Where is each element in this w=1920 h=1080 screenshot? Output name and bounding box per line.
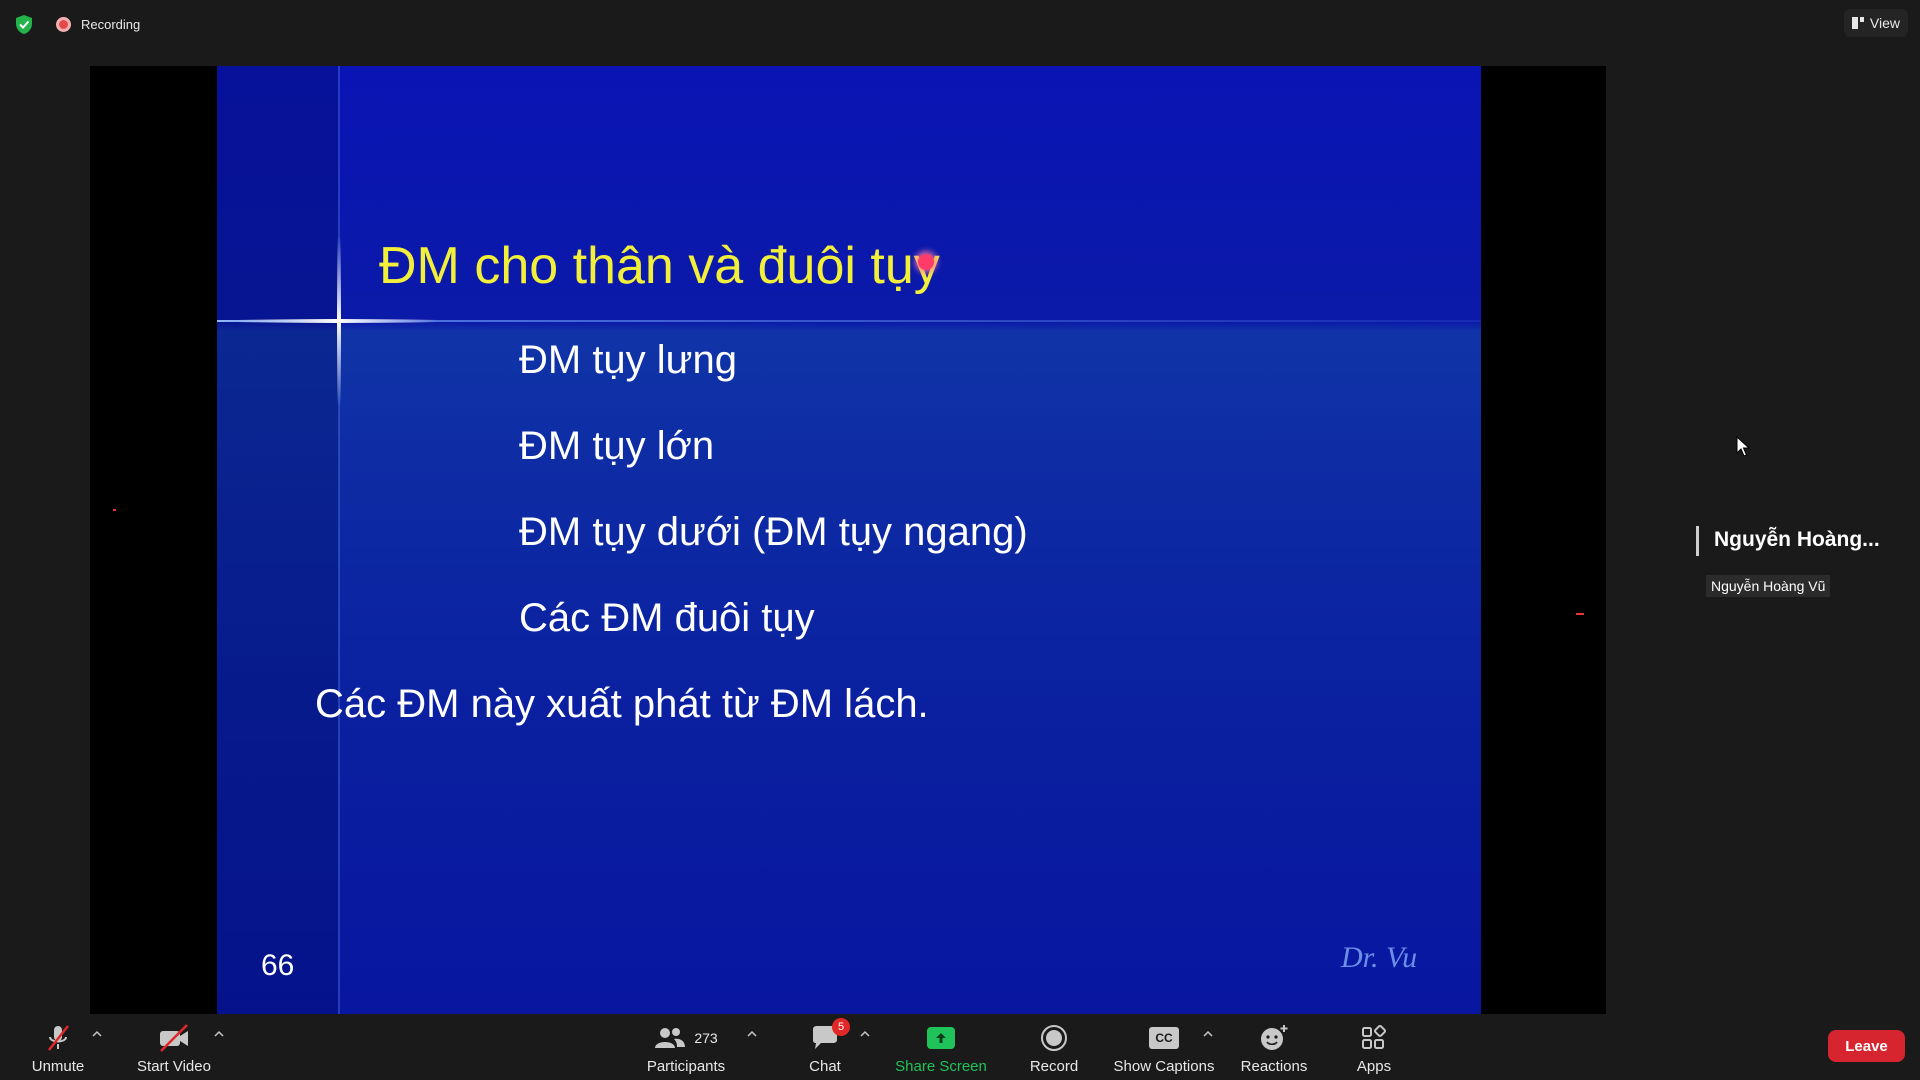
unmute-button[interactable]: Unmute — [26, 1014, 90, 1080]
chevron-up-icon[interactable] — [859, 1028, 871, 1040]
slide-bullet-4: Các ĐM đuôi tụy — [519, 596, 815, 640]
show-captions-label: Show Captions — [1113, 1058, 1215, 1075]
leave-button[interactable]: Leave — [1828, 1030, 1905, 1062]
slide-bullet-1: ĐM tụy lưng — [519, 338, 737, 382]
record-label: Record — [1029, 1058, 1079, 1075]
chevron-up-icon[interactable] — [1202, 1028, 1214, 1040]
slide-bullet-2: ĐM tụy lớn — [519, 424, 715, 468]
meeting-toolbar: Unmute Start Video 273 Participants 5 Ch… — [0, 1014, 1920, 1080]
chat-label: Chat — [809, 1058, 841, 1075]
chevron-up-icon[interactable] — [746, 1028, 758, 1040]
recording-dot-icon — [56, 17, 71, 32]
start-video-button[interactable]: Start Video — [132, 1014, 216, 1080]
chat-unread-badge: 5 — [832, 1018, 850, 1036]
start-video-label: Start Video — [137, 1058, 211, 1075]
zoom-meeting-window: Recording View ĐM cho thân và đuôi tụy Đ… — [0, 0, 1920, 1080]
participants-button[interactable]: 273 Participants — [642, 1014, 730, 1080]
chevron-up-icon[interactable] — [91, 1028, 103, 1040]
artifact-mark — [113, 509, 116, 511]
speaker-bar — [1696, 526, 1699, 556]
apps-label: Apps — [1356, 1058, 1392, 1075]
unmute-label: Unmute — [31, 1058, 85, 1075]
record-button[interactable]: Record — [1024, 1014, 1084, 1080]
slide-signature: Dr. Vu — [1341, 941, 1418, 974]
participant-display-name[interactable]: Nguyễn Hoàng... — [1714, 528, 1880, 552]
slide-title: ĐM cho thân và đuôi tụy — [379, 237, 940, 295]
shield-check-icon[interactable] — [14, 14, 34, 35]
muted-microphone-icon — [48, 1025, 69, 1051]
star-flare-horizontal — [237, 319, 437, 323]
recording-indicator[interactable]: Recording — [56, 17, 140, 32]
presentation-slide: ĐM cho thân và đuôi tụy ĐM tụy lưng ĐM t… — [217, 66, 1481, 1014]
video-off-icon — [160, 1024, 188, 1052]
recording-label: Recording — [81, 17, 141, 32]
closed-captions-icon: CC — [1149, 1027, 1179, 1049]
slide-page-number: 66 — [261, 949, 295, 982]
mouse-cursor-icon — [1736, 436, 1750, 457]
record-icon — [1041, 1025, 1067, 1051]
shared-screen: ĐM cho thân và đuôi tụy ĐM tụy lưng ĐM t… — [90, 66, 1606, 1014]
participants-label: Participants — [646, 1058, 726, 1075]
participant-name-label: Nguyễn Hoàng Vũ — [1706, 575, 1831, 597]
laser-pointer — [918, 254, 934, 270]
share-screen-label: Share Screen — [895, 1058, 987, 1075]
participants-count: 273 — [694, 1030, 718, 1046]
slide-summary: Các ĐM này xuất phát từ ĐM lách. — [315, 682, 929, 726]
slide-vertical-line — [338, 66, 340, 1014]
view-button[interactable]: View — [1843, 9, 1908, 37]
layout-icon — [1851, 17, 1864, 29]
top-bar: Recording View — [0, 0, 1920, 48]
share-screen-icon — [927, 1027, 955, 1049]
share-screen-button[interactable]: Share Screen — [895, 1014, 987, 1080]
slide-bullet-3: ĐM tụy dưới (ĐM tụy ngang) — [519, 510, 1028, 554]
view-label: View — [1869, 15, 1900, 31]
chevron-up-icon[interactable] — [213, 1028, 225, 1040]
reactions-button[interactable]: Reactions — [1238, 1014, 1310, 1080]
apps-button[interactable]: Apps — [1350, 1014, 1398, 1080]
participants-icon — [655, 1028, 686, 1048]
apps-icon — [1362, 1024, 1387, 1049]
show-captions-button[interactable]: CC Show Captions — [1112, 1014, 1216, 1080]
artifact-mark — [1576, 613, 1584, 615]
reactions-label: Reactions — [1240, 1058, 1308, 1075]
smiley-plus-icon — [1261, 1025, 1288, 1050]
chat-button[interactable]: 5 Chat — [800, 1014, 850, 1080]
